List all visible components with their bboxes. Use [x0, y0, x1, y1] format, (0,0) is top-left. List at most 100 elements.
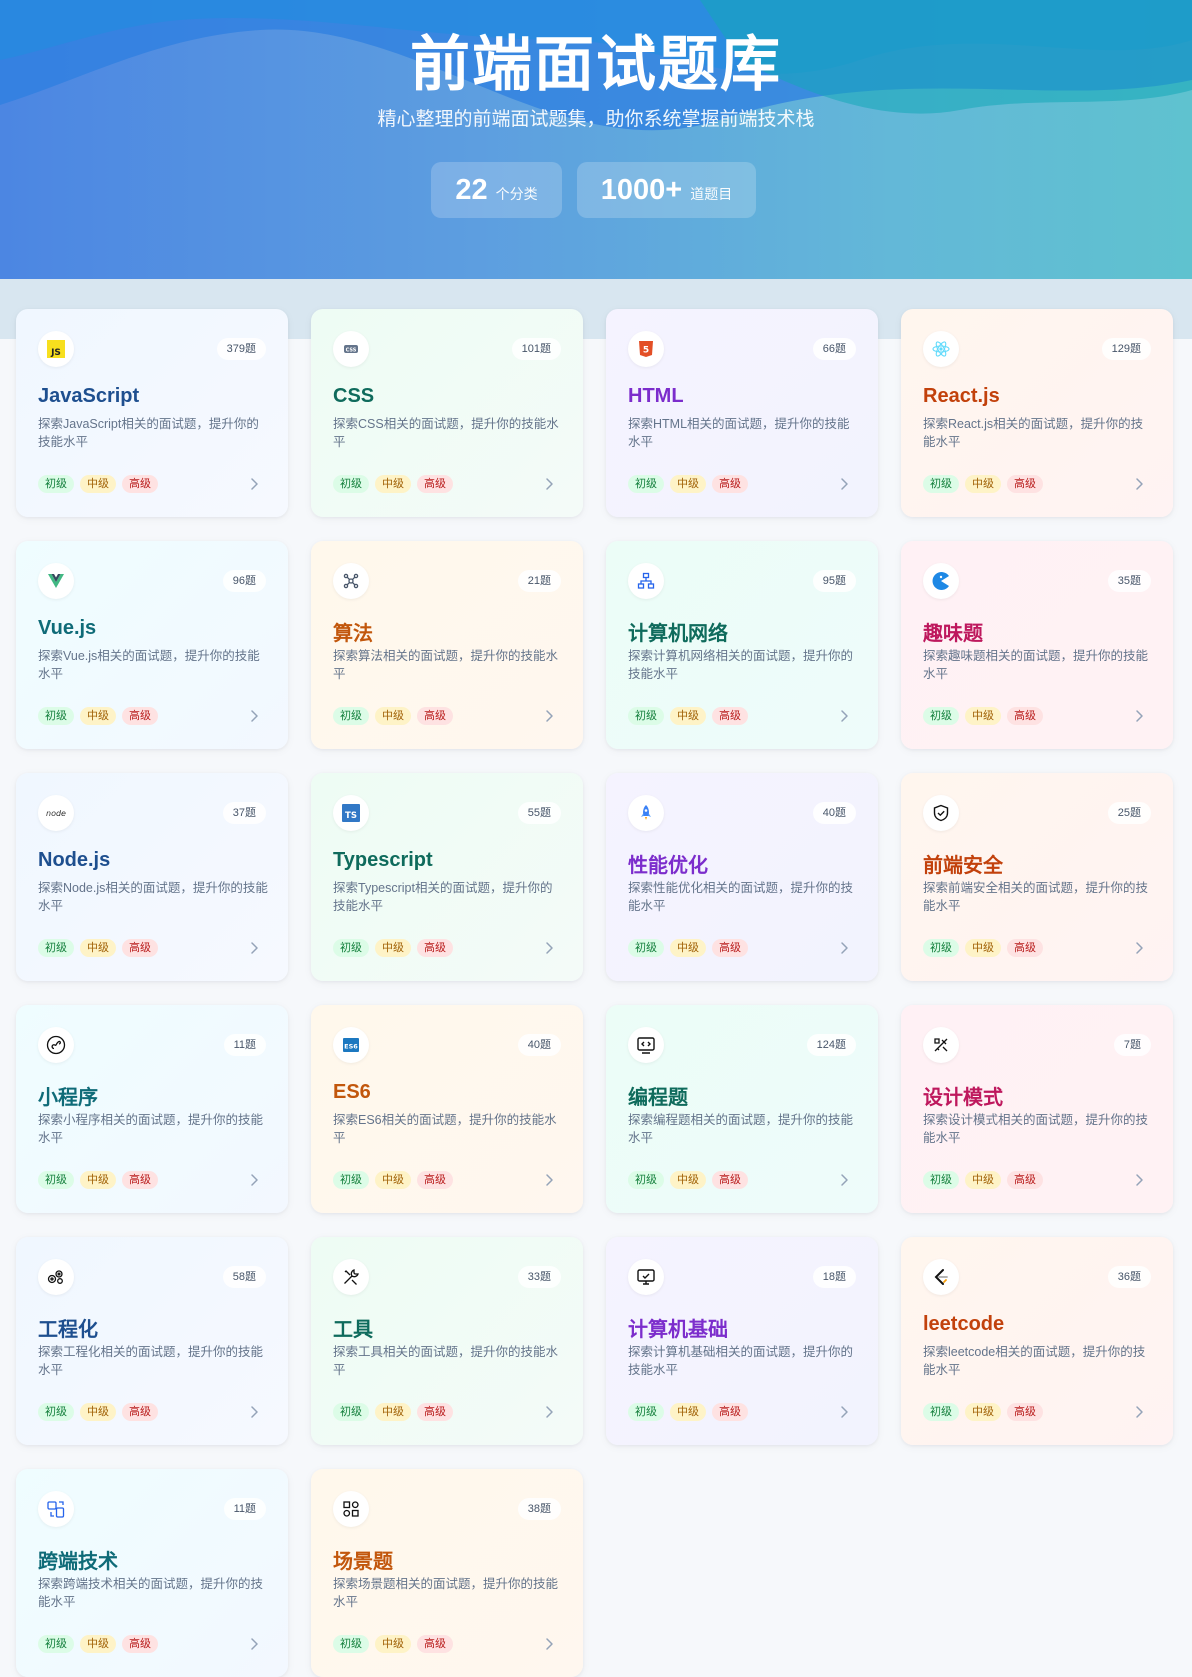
category-card[interactable]: CSS 101题 CSS 探索CSS相关的面试题，提升你的技能水平 初级 中级 …: [311, 309, 583, 517]
chevron-right-icon[interactable]: [541, 1404, 557, 1420]
level-intermediate-tag: 中级: [375, 1171, 411, 1189]
category-title: 编程题: [628, 1087, 688, 1109]
category-card[interactable]: 25题 前端安全 探索前端安全相关的面试题，提升你的技能水平 初级 中级 高级: [901, 773, 1173, 981]
difficulty-tags: 初级 中级 高级: [38, 1635, 164, 1653]
category-title: 工具: [333, 1319, 373, 1341]
level-advanced-tag: 高级: [417, 475, 453, 493]
category-card[interactable]: 129题 React.js 探索React.js相关的面试题，提升你的技能水平 …: [901, 309, 1173, 517]
typescript-icon: TS: [333, 795, 369, 831]
chevron-right-icon[interactable]: [836, 1404, 852, 1420]
category-description: 探索设计模式相关的面试题，提升你的技能水平: [923, 1113, 1149, 1145]
difficulty-tags: 初级 中级 高级: [38, 939, 164, 957]
category-card[interactable]: node 37题 Node.js 探索Node.js相关的面试题，提升你的技能水…: [16, 773, 288, 981]
category-card[interactable]: 40题 性能优化 探索性能优化相关的面试题，提升你的技能水平 初级 中级 高级: [606, 773, 878, 981]
level-beginner-tag: 初级: [333, 1171, 369, 1189]
level-intermediate-tag: 中级: [965, 1403, 1001, 1421]
chevron-right-icon[interactable]: [246, 940, 262, 956]
chevron-right-icon[interactable]: [541, 1636, 557, 1652]
category-description: 探索趣味题相关的面试题，提升你的技能水平: [923, 649, 1149, 681]
stat-category-count: 22 个分类: [431, 162, 562, 218]
difficulty-tags: 初级 中级 高级: [38, 707, 164, 725]
difficulty-tags: 初级 中级 高级: [628, 939, 754, 957]
category-title: Vue.js: [38, 617, 97, 639]
category-card[interactable]: TS 55题 Typescript 探索Typescript相关的面试题，提升你…: [311, 773, 583, 981]
chevron-right-icon[interactable]: [1131, 476, 1147, 492]
chevron-right-icon[interactable]: [836, 1172, 852, 1188]
chevron-right-icon[interactable]: [541, 1172, 557, 1188]
chevron-right-icon[interactable]: [246, 1172, 262, 1188]
category-description: 探索小程序相关的面试题，提升你的技能水平: [38, 1113, 264, 1145]
question-count-badge: 18题: [812, 1266, 856, 1288]
question-count-badge: 25题: [1107, 802, 1151, 824]
category-card[interactable]: 35题 趣味题 探索趣味题相关的面试题，提升你的技能水平 初级 中级 高级: [901, 541, 1173, 749]
level-advanced-tag: 高级: [1007, 707, 1043, 725]
level-advanced-tag: 高级: [417, 1403, 453, 1421]
question-count-badge: 96题: [222, 570, 266, 592]
difficulty-tags: 初级 中级 高级: [38, 475, 164, 493]
chevron-right-icon[interactable]: [541, 940, 557, 956]
engineering-icon: [38, 1259, 74, 1295]
svg-text:TS: TS: [345, 811, 357, 821]
category-title: 小程序: [38, 1087, 98, 1109]
category-title: HTML: [628, 385, 684, 407]
chevron-right-icon[interactable]: [246, 476, 262, 492]
level-advanced-tag: 高级: [1007, 475, 1043, 493]
category-card[interactable]: 7题 设计模式 探索设计模式相关的面试题，提升你的技能水平 初级 中级 高级: [901, 1005, 1173, 1213]
category-description: 探索编程题相关的面试题，提升你的技能水平: [628, 1113, 854, 1145]
category-card[interactable]: 11题 跨端技术 探索跨端技术相关的面试题，提升你的技能水平 初级 中级 高级: [16, 1469, 288, 1677]
level-beginner-tag: 初级: [923, 1171, 959, 1189]
level-advanced-tag: 高级: [417, 1635, 453, 1653]
category-card[interactable]: 38题 场景题 探索场景题相关的面试题，提升你的技能水平 初级 中级 高级: [311, 1469, 583, 1677]
stat-unit: 道题目: [690, 186, 733, 202]
chevron-right-icon[interactable]: [836, 476, 852, 492]
category-card[interactable]: JS 379题 JavaScript 探索JavaScript相关的面试题，提升…: [16, 309, 288, 517]
category-description: 探索算法相关的面试题，提升你的技能水平: [333, 649, 559, 681]
chevron-right-icon[interactable]: [246, 1404, 262, 1420]
chevron-right-icon[interactable]: [541, 708, 557, 724]
category-card[interactable]: 21题 算法 探索算法相关的面试题，提升你的技能水平 初级 中级 高级: [311, 541, 583, 749]
category-card[interactable]: 18题 计算机基础 探索计算机基础相关的面试题，提升你的技能水平 初级 中级 高…: [606, 1237, 878, 1445]
question-count-badge: 66题: [812, 338, 856, 360]
category-card[interactable]: 96题 Vue.js 探索Vue.js相关的面试题，提升你的技能水平 初级 中级…: [16, 541, 288, 749]
category-card[interactable]: 58题 工程化 探索工程化相关的面试题，提升你的技能水平 初级 中级 高级: [16, 1237, 288, 1445]
svg-text:node: node: [46, 809, 66, 818]
category-title: React.js: [923, 385, 1000, 407]
category-description: 探索计算机基础相关的面试题，提升你的技能水平: [628, 1345, 854, 1377]
level-intermediate-tag: 中级: [670, 1171, 706, 1189]
level-advanced-tag: 高级: [122, 1403, 158, 1421]
chevron-right-icon[interactable]: [1131, 708, 1147, 724]
level-advanced-tag: 高级: [122, 475, 158, 493]
category-description: 探索工程化相关的面试题，提升你的技能水平: [38, 1345, 264, 1377]
chevron-right-icon[interactable]: [1131, 1172, 1147, 1188]
category-card[interactable]: 124题 编程题 探索编程题相关的面试题，提升你的技能水平 初级 中级 高级: [606, 1005, 878, 1213]
chevron-right-icon[interactable]: [836, 940, 852, 956]
category-title: Node.js: [38, 849, 111, 871]
stat-question-count: 1000+ 道题目: [577, 162, 756, 218]
category-card[interactable]: ES6 40题 ES6 探索ES6相关的面试题，提升你的技能水平 初级 中级 高…: [311, 1005, 583, 1213]
chevron-right-icon[interactable]: [541, 476, 557, 492]
question-count-badge: 11题: [223, 1034, 266, 1056]
category-card[interactable]: 5 66题 HTML 探索HTML相关的面试题，提升你的技能水平 初级 中级 高…: [606, 309, 878, 517]
chevron-right-icon[interactable]: [1131, 940, 1147, 956]
category-card[interactable]: 36题 leetcode 探索leetcode相关的面试题，提升你的技能水平 初…: [901, 1237, 1173, 1445]
chevron-right-icon[interactable]: [246, 708, 262, 724]
difficulty-tags: 初级 中级 高级: [923, 707, 1049, 725]
chevron-right-icon[interactable]: [1131, 1404, 1147, 1420]
chevron-right-icon[interactable]: [246, 1636, 262, 1652]
code-icon: [628, 1027, 664, 1063]
category-title: CSS: [333, 385, 375, 407]
category-card[interactable]: 95题 计算机网络 探索计算机网络相关的面试题，提升你的技能水平 初级 中级 高…: [606, 541, 878, 749]
category-description: 探索ES6相关的面试题，提升你的技能水平: [333, 1113, 557, 1145]
page-subtitle: 精心整理的前端面试题集，助你系统掌握前端技术栈: [377, 109, 815, 130]
chevron-right-icon[interactable]: [836, 708, 852, 724]
difficulty-tags: 初级 中级 高级: [628, 475, 754, 493]
level-beginner-tag: 初级: [923, 707, 959, 725]
category-description: 探索Typescript相关的面试题，提升你的技能水平: [333, 881, 553, 913]
level-intermediate-tag: 中级: [375, 939, 411, 957]
vue-icon: [38, 563, 74, 599]
category-card[interactable]: 11题 小程序 探索小程序相关的面试题，提升你的技能水平 初级 中级 高级: [16, 1005, 288, 1213]
difficulty-tags: 初级 中级 高级: [923, 1171, 1049, 1189]
category-card[interactable]: 33题 工具 探索工具相关的面试题，提升你的技能水平 初级 中级 高级: [311, 1237, 583, 1445]
level-intermediate-tag: 中级: [80, 1403, 116, 1421]
shield-icon: [923, 795, 959, 831]
